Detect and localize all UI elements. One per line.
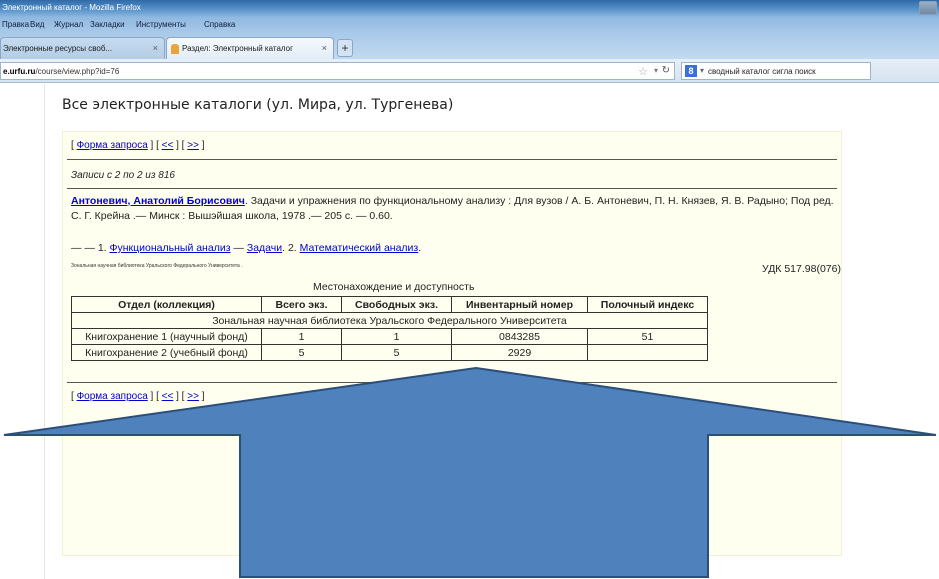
table-cell: 51 <box>587 328 708 345</box>
table-header-row: Отдел (коллекция) Всего экз. Свободных э… <box>71 296 708 313</box>
request-form-link[interactable]: Форма запроса <box>77 140 148 151</box>
tab-label: Электронные ресурсы своб... <box>3 44 113 53</box>
prev-page-link[interactable]: << <box>162 140 174 151</box>
subject-link-functional-analysis[interactable]: Функциональный анализ <box>110 242 231 254</box>
menu-history[interactable]: Журнал <box>54 20 83 29</box>
nav-bracket: ] [ <box>150 140 159 151</box>
table-cell: Книгохранение 2 (учебный фонд) <box>71 344 262 361</box>
address-bar[interactable]: e.urfu.ru/course/view.php?id=76 ☆ ▾ ↻ <box>0 62 675 80</box>
address-url: e.urfu.ru/course/view.php?id=76 <box>3 67 119 76</box>
nav-bracket: ] [ <box>176 391 185 402</box>
tab-close-icon[interactable]: × <box>322 43 327 53</box>
table-cell <box>587 344 708 361</box>
menu-bar: Правка Вид Журнал Закладки Инструменты С… <box>0 17 939 33</box>
bookmark-star-icon[interactable]: ☆ <box>638 65 648 78</box>
column-header: Свободных экз. <box>341 296 452 313</box>
divider <box>67 382 837 383</box>
table-cell: 1 <box>261 328 342 345</box>
subject-headings: — — 1. Функциональный анализ — Задачи. 2… <box>71 242 421 254</box>
table-row: Книгохранение 2 (учебный фонд) 5 5 2929 <box>71 344 708 361</box>
holdings-table: Отдел (коллекция) Всего экз. Свободных э… <box>71 296 708 361</box>
search-query[interactable]: сводный каталог сигла поиск <box>708 67 816 76</box>
nav-bracket: ] [ <box>150 391 159 402</box>
subject-link-problems[interactable]: Задачи <box>247 242 282 254</box>
nav-bracket: [ <box>71 391 74 402</box>
address-host: e.urfu.ru <box>3 67 36 76</box>
table-library-row: Зональная научная библиотека Уральского … <box>71 312 708 329</box>
catalog-nav-bottom: [ Форма запроса ] [ << ] [ >> ] <box>71 391 205 402</box>
navigation-bar: e.urfu.ru/course/view.php?id=76 ☆ ▾ ↻ 8 … <box>0 59 939 83</box>
table-cell: 5 <box>341 344 452 361</box>
menu-edit[interactable]: Правка <box>2 20 29 29</box>
new-tab-button[interactable]: + <box>337 39 353 57</box>
author-link[interactable]: Антоневич, Анатолий Борисович <box>71 195 245 207</box>
records-info: Записи с 2 по 2 из 816 <box>71 170 175 181</box>
table-cell: 2929 <box>451 344 588 361</box>
tab-label: Раздел: Электронный каталог <box>182 44 294 53</box>
next-page-link[interactable]: >> <box>187 391 199 402</box>
subject-end: . <box>418 242 422 254</box>
window-titlebar: Электронный каталог - Mozilla Firefox <box>0 0 939 17</box>
catalog-entry: Антоневич, Анатолий Борисович. Задачи и … <box>71 194 839 224</box>
table-row: Книгохранение 1 (научный фонд) 1 1 08432… <box>71 328 708 345</box>
tab-bar: Электронные ресурсы своб... × Раздел: Эл… <box>0 33 939 59</box>
search-engine-icon[interactable]: 8 <box>685 65 697 77</box>
next-page-link[interactable]: >> <box>187 140 199 151</box>
page-title: Все электронные каталоги (ул. Мира, ул. … <box>62 97 454 113</box>
subject-separator: . 2. <box>282 242 300 254</box>
table-cell: 1 <box>341 328 452 345</box>
tab-electronic-catalog[interactable]: Раздел: Электронный каталог × <box>166 37 334 59</box>
reload-icon[interactable]: ↻ <box>662 65 670 76</box>
availability-caption: Местонахождение и доступность <box>313 281 475 293</box>
udk-code: УДК 517.98(076) <box>762 263 841 275</box>
divider <box>67 159 837 160</box>
library-note: Зональная научная библиотека Уральского … <box>71 263 243 269</box>
window-close-button[interactable] <box>919 1 937 15</box>
table-cell: Книгохранение 1 (научный фонд) <box>71 328 262 345</box>
nav-bracket: ] [ <box>176 140 185 151</box>
library-name-cell: Зональная научная библиотека Уральского … <box>71 312 708 329</box>
table-cell: 5 <box>261 344 342 361</box>
address-path: /course/view.php?id=76 <box>35 67 120 76</box>
moodle-favicon-icon <box>171 44 179 54</box>
nav-bracket: ] <box>201 140 205 151</box>
tab-electronic-resources[interactable]: Электронные ресурсы своб... × <box>0 37 165 59</box>
nav-bracket: [ <box>71 140 74 151</box>
divider <box>67 188 837 189</box>
catalog-nav-top: [ Форма запроса ] [ << ] [ >> ] <box>71 140 205 151</box>
menu-tools[interactable]: Инструменты <box>136 20 186 29</box>
column-header: Полочный индекс <box>587 296 708 313</box>
request-form-link[interactable]: Форма запроса <box>77 391 148 402</box>
table-cell: 0843285 <box>451 328 588 345</box>
column-header: Всего экз. <box>261 296 342 313</box>
search-engine-dropdown-icon[interactable]: ▾ <box>700 66 704 75</box>
history-dropdown-icon[interactable]: ▾ <box>654 66 658 75</box>
menu-bookmarks[interactable]: Закладки <box>90 20 125 29</box>
subject-separator: — <box>230 242 247 254</box>
search-box[interactable]: 8 ▾ сводный каталог сигла поиск <box>681 62 871 80</box>
menu-help[interactable]: Справка <box>204 20 235 29</box>
subject-link-mathematical-analysis[interactable]: Математический анализ <box>300 242 419 254</box>
window-title: Электронный каталог - Mozilla Firefox <box>2 3 141 12</box>
nav-bracket: ] <box>201 391 205 402</box>
catalog-content: [ Форма запроса ] [ << ] [ >> ] Записи с… <box>62 131 842 556</box>
prev-page-link[interactable]: << <box>162 391 174 402</box>
column-header: Отдел (коллекция) <box>71 296 262 313</box>
tab-close-icon[interactable]: × <box>153 43 158 53</box>
menu-view[interactable]: Вид <box>30 20 44 29</box>
subject-prefix: — — 1. <box>71 242 110 254</box>
column-header: Инвентарный номер <box>451 296 588 313</box>
